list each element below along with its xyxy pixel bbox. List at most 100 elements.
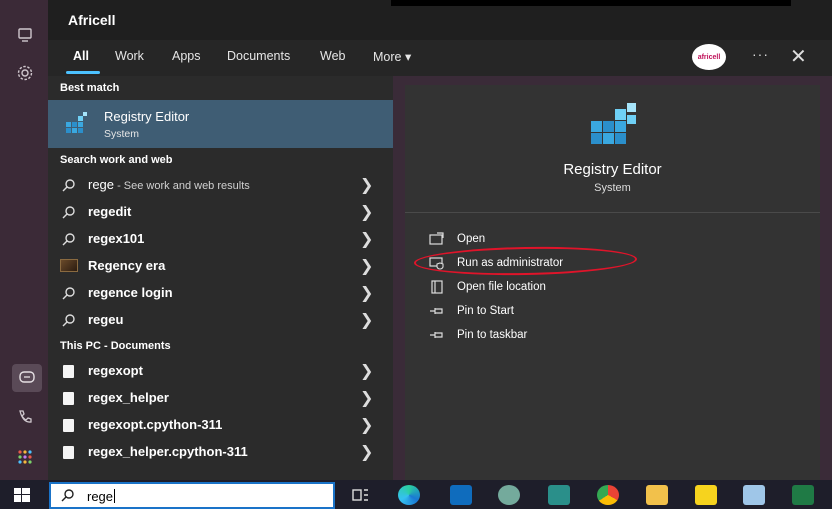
search-icon [62, 179, 75, 192]
action-open-file-location[interactable]: Open file location [425, 278, 725, 298]
document-icon [63, 446, 74, 459]
search-icon [62, 314, 75, 327]
document-icon [63, 419, 74, 432]
web-result-regency-era[interactable]: Regency era ❯ [48, 253, 393, 280]
preview-title: Registry Editor [563, 161, 662, 178]
open-icon [429, 232, 444, 245]
chevron-right-icon[interactable]: ❯ [360, 175, 373, 195]
document-icon [63, 392, 74, 405]
sticky-notes-icon[interactable] [695, 485, 717, 505]
chevron-right-icon[interactable]: ❯ [360, 388, 373, 408]
tab-web[interactable]: Web [320, 49, 345, 63]
registry-editor-icon [66, 112, 87, 133]
best-match-title: Registry Editor [104, 109, 190, 124]
thumbnail-image [60, 259, 78, 272]
web-result-regex101[interactable]: regex101 ❯ [48, 226, 393, 253]
action-pin-to-start[interactable]: Pin to Start [425, 302, 725, 322]
search-icon [62, 206, 75, 219]
search-icon [62, 233, 75, 246]
excel-icon[interactable] [792, 485, 814, 505]
web-result-regence-login[interactable]: regence login ❯ [48, 280, 393, 307]
document-result-regexopt-cpython[interactable]: regexopt.cpython-311 ❯ [48, 412, 393, 439]
chevron-right-icon[interactable]: ❯ [360, 202, 373, 222]
close-button[interactable]: ✕ [790, 44, 807, 69]
phone-icon[interactable] [16, 408, 34, 426]
sharepoint-icon[interactable] [548, 485, 570, 505]
taskbar: rege [0, 480, 832, 509]
action-pin-to-taskbar[interactable]: Pin to taskbar [425, 326, 725, 346]
list-item-label: rege [88, 177, 115, 192]
action-label: Pin to taskbar [457, 329, 528, 341]
web-result-regedit[interactable]: regedit ❯ [48, 199, 393, 226]
search-scope-tabs: All Work Apps Documents Web More ▾ afric… [48, 40, 832, 76]
chevron-right-icon[interactable]: ❯ [360, 361, 373, 381]
web-result-regeu[interactable]: regeu ❯ [48, 307, 393, 334]
gear-icon[interactable] [16, 64, 34, 82]
tab-all[interactable]: All [73, 49, 89, 63]
list-item-label: regex_helper.cpython-311 [88, 444, 248, 459]
action-label: Pin to Start [457, 305, 514, 317]
list-item-label: regex101 [88, 231, 145, 246]
more-options-button[interactable]: ··· [752, 46, 769, 62]
document-result-regex-helper[interactable]: regex_helper ❯ [48, 385, 393, 412]
taskbar-search-input[interactable]: rege [49, 482, 335, 509]
chevron-right-icon[interactable]: ❯ [360, 442, 373, 462]
avatar[interactable]: africell [692, 44, 726, 70]
folder-location-icon [431, 280, 443, 294]
tab-apps[interactable]: Apps [172, 49, 201, 63]
search-icon [61, 489, 74, 502]
chevron-right-icon[interactable]: ❯ [360, 229, 373, 249]
best-match-heading: Best match [60, 82, 120, 94]
chevron-right-icon[interactable]: ❯ [360, 256, 373, 276]
apps-grid-icon[interactable] [16, 448, 34, 466]
results-panel: Best match Registry Editor System Search… [48, 76, 393, 480]
windows-start-icon[interactable] [14, 488, 30, 502]
tab-documents[interactable]: Documents [227, 49, 290, 63]
file-explorer-icon[interactable] [646, 485, 668, 505]
list-item-label: regedit [88, 204, 132, 219]
list-item-label: regexopt.cpython-311 [88, 417, 223, 432]
documents-section-heading: This PC - Documents [60, 340, 171, 352]
chatgpt-icon[interactable] [498, 485, 520, 505]
title-bar-strip [391, 0, 791, 6]
active-tab-indicator [66, 71, 100, 74]
action-label: Open [457, 233, 486, 245]
chat-icon [19, 371, 35, 383]
notepad-icon[interactable] [743, 485, 765, 505]
edge-browser-icon[interactable] [398, 485, 420, 505]
best-match-subtitle: System [104, 128, 140, 140]
chat-tile[interactable] [12, 364, 42, 392]
outlook-icon[interactable] [450, 485, 472, 505]
window-title: Africell [68, 12, 116, 28]
search-query: rege [87, 489, 114, 504]
tab-work[interactable]: Work [115, 49, 144, 63]
task-view-icon[interactable] [350, 485, 372, 505]
best-match-item[interactable]: Registry Editor System [48, 100, 393, 148]
list-item-label: regexopt [88, 363, 143, 378]
search-icon [62, 287, 75, 300]
document-result-regexopt[interactable]: regexopt ❯ [48, 358, 393, 385]
list-item-label: Regency era [88, 258, 166, 273]
document-icon [63, 365, 74, 378]
document-result-regex-helper-cpython[interactable]: regex_helper.cpython-311 ❯ [48, 439, 393, 466]
device-icon[interactable] [16, 26, 34, 44]
registry-editor-icon [591, 103, 636, 144]
app-rail [0, 0, 48, 480]
list-item-label: regex_helper [88, 390, 169, 405]
web-result-rege[interactable]: rege - See work and web results ❯ [48, 172, 393, 199]
tab-more[interactable]: More ▾ [373, 49, 411, 64]
chevron-right-icon[interactable]: ❯ [360, 415, 373, 435]
pin-icon [430, 332, 443, 338]
chevron-right-icon[interactable]: ❯ [360, 283, 373, 303]
title-bar: Africell [48, 0, 832, 40]
chrome-icon[interactable] [597, 485, 619, 505]
list-item-label: regence login [88, 285, 173, 300]
action-label: Open file location [457, 281, 546, 293]
chevron-right-icon[interactable]: ❯ [360, 310, 373, 330]
text-caret [114, 489, 116, 503]
divider [405, 212, 820, 213]
preview-panel: Registry Editor System Open Run as admin… [405, 85, 820, 480]
preview-subtitle: System [594, 182, 631, 194]
web-section-heading: Search work and web [60, 154, 173, 166]
list-item-hint: - See work and web results [114, 180, 250, 192]
